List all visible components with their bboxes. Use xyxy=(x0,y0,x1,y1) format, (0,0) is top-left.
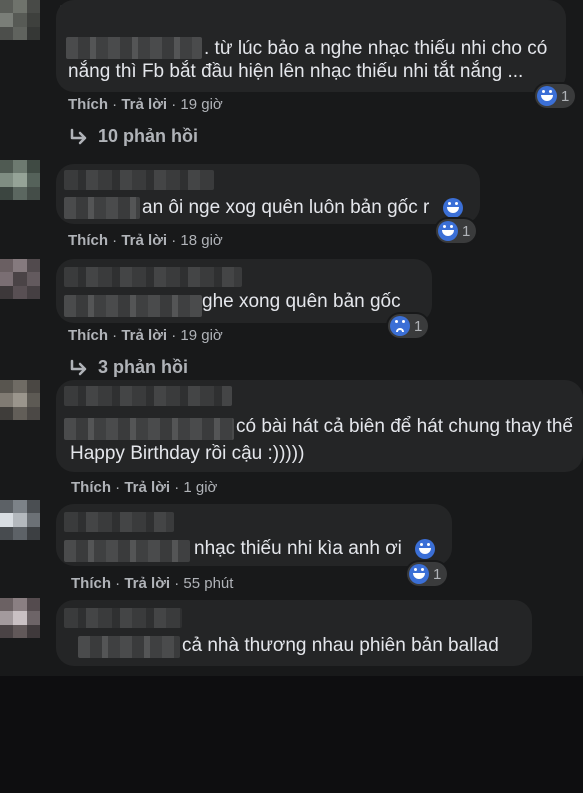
comment-text: nhạc thiếu nhi kìa anh ơi xyxy=(194,538,402,559)
comment-text-line-2: Happy Birthday rồi cậu :))))) xyxy=(70,443,305,464)
page-bottom-overlay xyxy=(0,676,583,793)
reply-button[interactable]: Trả lời xyxy=(121,327,167,344)
comment-meta: Thích · Trả lời · 1 giờ xyxy=(71,479,217,496)
comment-text: an ôi nge xog quên luôn bản gốc r xyxy=(142,197,430,218)
blurred-name xyxy=(78,636,180,658)
blurred-name xyxy=(64,418,234,440)
avatar[interactable] xyxy=(0,380,40,420)
comment-meta: Thích · Trả lời · 55 phút xyxy=(71,575,233,592)
separator: · xyxy=(112,96,118,113)
laugh-cry-icon xyxy=(537,86,557,106)
blurred-username xyxy=(64,386,232,406)
reaction-badge[interactable]: 1 xyxy=(388,314,429,338)
comment-time[interactable]: 19 giờ xyxy=(180,327,222,344)
separator: · xyxy=(112,232,118,249)
reaction-badge[interactable]: 1 xyxy=(436,219,477,243)
like-button[interactable]: Thích xyxy=(68,327,108,344)
comment-bubble: ghe xong quên bản gốc xyxy=(56,259,432,323)
separator: · xyxy=(115,479,121,496)
avatar[interactable] xyxy=(0,0,40,40)
comment-bubble: có bài hát cả biên để hát chung thay thế… xyxy=(56,380,583,472)
reaction-count: 1 xyxy=(433,565,442,583)
reply-button[interactable]: Trả lời xyxy=(124,575,170,592)
like-button[interactable]: Thích xyxy=(71,575,111,592)
comment-time[interactable]: 18 giờ xyxy=(180,232,222,249)
separator: · xyxy=(115,575,121,592)
reply-button[interactable]: Trả lời xyxy=(121,232,167,249)
blurred-username xyxy=(64,512,174,532)
like-button[interactable]: Thích xyxy=(68,96,108,113)
comment-bubble: cả nhà thương nhau phiên bản ballad xyxy=(56,600,532,666)
comment-bubble: an ôi nge xog quên luôn bản gốc r xyxy=(56,164,480,224)
view-replies-link[interactable]: 10 phản hồi xyxy=(68,126,198,147)
separator: · xyxy=(174,479,180,496)
reaction-count: 1 xyxy=(561,87,570,105)
like-button[interactable]: Thích xyxy=(71,479,111,496)
reply-button[interactable]: Trả lời xyxy=(124,479,170,496)
blurred-name xyxy=(64,540,190,562)
replies-label: 3 phản hồi xyxy=(98,357,188,377)
separator: · xyxy=(171,96,177,113)
laugh-cry-icon xyxy=(415,539,435,559)
comment-time[interactable]: 55 phút xyxy=(183,575,233,592)
sad-icon xyxy=(390,316,410,336)
reaction-badge[interactable]: 1 xyxy=(407,562,448,586)
reply-button[interactable]: Trả lời xyxy=(121,96,167,113)
comment-time[interactable]: 19 giờ xyxy=(180,96,222,113)
replies-label: 10 phản hồi xyxy=(98,126,199,146)
reply-arrow-icon xyxy=(70,359,87,375)
blurred-name xyxy=(64,197,140,219)
reply-arrow-icon xyxy=(70,128,87,144)
separator: · xyxy=(171,232,177,249)
blurred-name xyxy=(64,295,202,317)
avatar[interactable] xyxy=(0,259,40,299)
laugh-cry-icon xyxy=(443,198,463,218)
comment-meta: Thích · Trả lời · 18 giờ xyxy=(68,232,223,249)
comment-time[interactable]: 1 giờ xyxy=(183,479,217,496)
comment-text-line-1: có bài hát cả biên để hát chung thay thế xyxy=(236,416,573,437)
separator: · xyxy=(171,327,177,344)
laugh-cry-icon xyxy=(409,564,429,584)
comment-meta: Thích · Trả lời · 19 giờ xyxy=(68,327,223,344)
blurred-username xyxy=(64,608,182,628)
separator: · xyxy=(174,575,180,592)
blurred-username xyxy=(64,267,242,287)
avatar[interactable] xyxy=(0,598,40,638)
view-replies-link[interactable]: 3 phản hồi xyxy=(68,357,188,378)
comment-text: cả nhà thương nhau phiên bản ballad xyxy=(182,635,499,656)
reaction-count: 1 xyxy=(462,222,471,240)
blurred-name xyxy=(66,37,202,59)
comment-bubble: nhạc thiếu nhi kìa anh ơi xyxy=(56,504,452,566)
reaction-badge[interactable]: 1 xyxy=(535,84,576,108)
comment-bubble: . từ lúc bảo a nghe nhạc thiếu nhi cho c… xyxy=(56,0,566,92)
comment-text-line-2: nắng thì Fb bắt đầu hiện lên nhạc thiếu … xyxy=(68,61,524,82)
reaction-count: 1 xyxy=(414,317,423,335)
avatar[interactable] xyxy=(0,500,40,540)
blurred-username xyxy=(64,170,214,190)
comment-text: ghe xong quên bản gốc xyxy=(202,291,401,312)
avatar[interactable] xyxy=(0,160,40,200)
separator: · xyxy=(112,327,118,344)
laugh-cry-icon xyxy=(438,221,458,241)
comment-meta: Thích · Trả lời · 19 giờ xyxy=(68,96,223,113)
like-button[interactable]: Thích xyxy=(68,232,108,249)
